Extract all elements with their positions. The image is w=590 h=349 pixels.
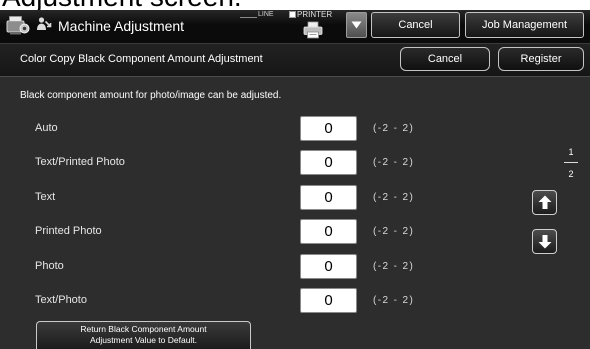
machine-adjustment-screen: Machine Adjustment LINE PRINTER Cancel J… [0,10,590,349]
line-status-label: LINE [258,11,274,18]
text-photo-range-hint: (-2 - 2) [373,295,415,306]
adjustment-row-text-photo: Text/Photo 0 (-2 - 2) [0,288,430,313]
printed-photo-label: Printed Photo [35,225,102,237]
page-number-total: 2 [568,169,574,179]
page-title: Color Copy Black Component Amount Adjust… [20,53,263,65]
auto-value-field[interactable]: 0 [300,116,357,141]
page-number-divider [564,162,578,163]
text-printed-photo-range-hint: (-2 - 2) [373,157,415,168]
reset-to-default-button[interactable]: Return Black Component Amount Adjustment… [36,321,251,349]
adjustment-row-auto: Auto 0 (-2 - 2) [0,116,430,141]
printed-photo-range-hint: (-2 - 2) [373,226,415,237]
reset-button-label-line1: Return Black Component Amount [80,324,207,334]
arrow-down-icon [538,234,552,249]
printer-icon [303,21,323,39]
mode-dropdown-button[interactable] [346,12,367,38]
document-caption-text: Adjustment screen. [2,0,242,10]
photo-label: Photo [35,260,64,272]
text-value-field[interactable]: 0 [300,185,357,210]
page-down-button[interactable] [532,229,557,254]
photo-value-field[interactable]: 0 [300,254,357,279]
text-range-hint: (-2 - 2) [373,192,415,203]
text-photo-label: Text/Photo [35,294,87,306]
adjustment-row-photo: Photo 0 (-2 - 2) [0,254,430,279]
arrow-up-icon [538,195,552,210]
instruction-text: Black component amount for photo/image c… [20,90,282,101]
page-up-button[interactable] [532,190,557,215]
app-title: Machine Adjustment [58,18,185,34]
administrator-icon [36,16,52,32]
triangle-down-icon [351,21,362,29]
text-printed-photo-value-field[interactable]: 0 [300,150,357,175]
adjustment-row-printed-photo: Printed Photo 0 (-2 - 2) [0,219,430,244]
adjustment-row-text-printed-photo: Text/Printed Photo 0 (-2 - 2) [0,150,430,175]
reset-button-label-line2: Adjustment Value to Default. [89,335,198,345]
photo-range-hint: (-2 - 2) [373,261,415,272]
auto-range-hint: (-2 - 2) [373,123,415,134]
adjustment-panel: Black component amount for photo/image c… [0,77,590,349]
register-button[interactable]: Register [498,47,584,71]
text-label: Text [35,191,56,203]
text-photo-value-field[interactable]: 0 [300,288,357,313]
adjustment-row-text: Text 0 (-2 - 2) [0,185,430,210]
printed-photo-value-field[interactable]: 0 [300,219,357,244]
text-printed-photo-label: Text/Printed Photo [35,156,125,168]
header-cancel-button[interactable]: Cancel [371,12,460,38]
printer-status-label: PRINTER [297,10,333,19]
settings-title-bar: Color Copy Black Component Amount Adjust… [0,43,590,77]
document-caption: Adjustment screen. [0,0,590,10]
line-status-bar [240,17,257,18]
job-management-button[interactable]: Job Management [465,12,584,38]
auto-label: Auto [35,122,58,134]
cancel-button[interactable]: Cancel [400,47,490,71]
printer-status-indicator [289,11,296,18]
machine-adjustment-icon [6,14,30,36]
page-number-current: 1 [568,147,574,157]
top-header-bar: Machine Adjustment LINE PRINTER Cancel J… [0,10,590,43]
